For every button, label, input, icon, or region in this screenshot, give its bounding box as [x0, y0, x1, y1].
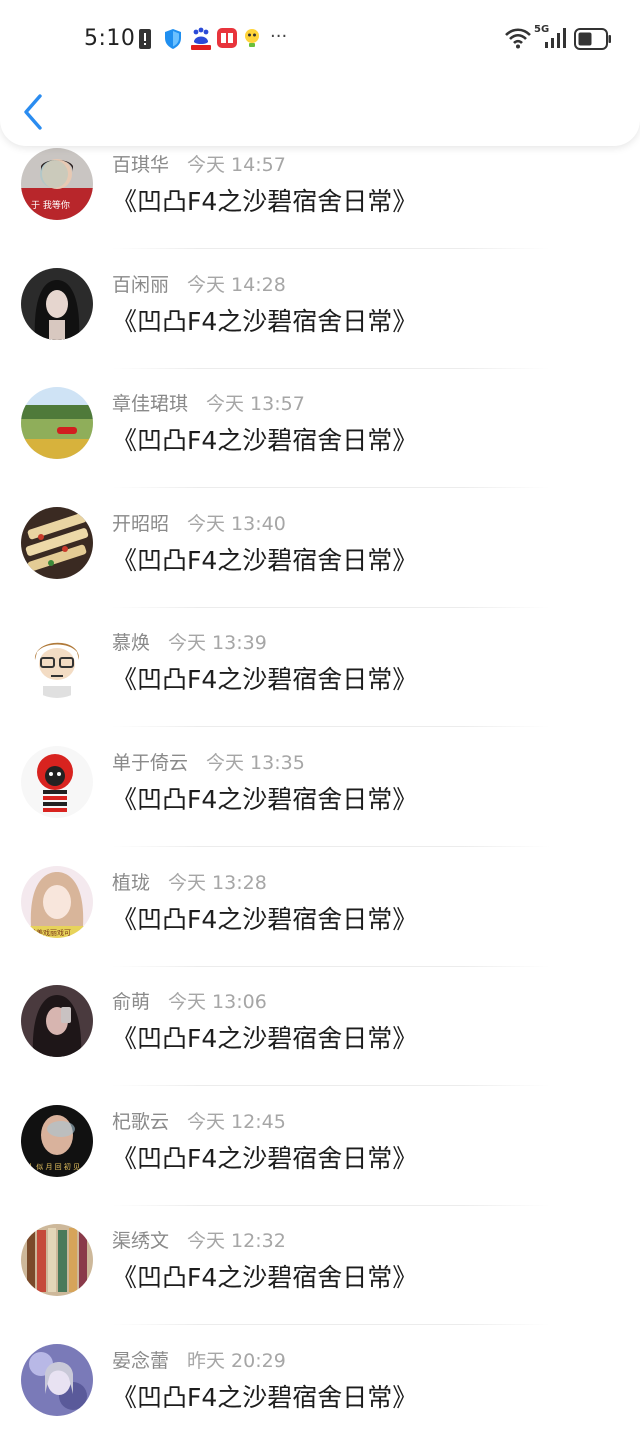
item-meta: 俞萌 今天 13:06 — [112, 987, 267, 1014]
item-title: 《凹凸F4之沙碧宿舍日常》 — [112, 426, 418, 456]
item-meta: 百琪华 今天 14:57 — [112, 150, 286, 177]
list-item[interactable]: 于 我等你 百琪华 今天 14:57 《凹凸F4之沙碧宿舍日常》 — [0, 140, 640, 260]
divider — [112, 845, 550, 847]
timestamp: 今天 13:28 — [168, 871, 267, 894]
divider — [112, 367, 550, 369]
timestamp: 今天 12:32 — [187, 1230, 286, 1253]
avatar[interactable]: 人 似 月 回 初 见 — [21, 1104, 93, 1177]
divider — [112, 1324, 550, 1326]
divider — [112, 965, 550, 967]
divider — [112, 487, 550, 489]
item-title: 《凹凸F4之沙碧宿舍日常》 — [112, 784, 418, 814]
user-name: 章佳珺琪 — [112, 393, 189, 416]
signal-bars-icon — [544, 28, 568, 52]
avatar-caption: 戏美戏丽戏可 — [29, 928, 71, 937]
item-title: 《凹凸F4之沙碧宿舍日常》 — [112, 1263, 418, 1293]
status-time: 5:10 — [84, 26, 136, 51]
avatar[interactable]: 戏美戏丽戏可 — [21, 865, 93, 938]
item-meta: 晏念蕾 昨天 20:29 — [112, 1346, 286, 1373]
list-item[interactable]: 戏美戏丽戏可 植珑 今天 13:28 《凹凸F4之沙碧宿舍日常》 — [0, 858, 640, 978]
item-meta: 百闲丽 今天 14:28 — [112, 270, 286, 297]
divider — [112, 248, 550, 249]
avatar-caption: 于 我等你 — [31, 199, 70, 211]
timestamp: 昨天 20:29 — [187, 1349, 286, 1372]
list-item[interactable]: 章佳珺琪 今天 13:57 《凹凸F4之沙碧宿舍日常》 — [0, 379, 640, 499]
item-title: 《凹凸F4之沙碧宿舍日常》 — [112, 1024, 418, 1054]
divider — [112, 606, 550, 608]
item-meta: 杞歌云 今天 12:45 — [112, 1107, 286, 1134]
list-item[interactable]: 渠绣文 今天 12:32 《凹凸F4之沙碧宿舍日常》 — [0, 1216, 640, 1336]
user-name: 俞萌 — [112, 991, 151, 1014]
item-title: 《凹凸F4之沙碧宿舍日常》 — [112, 665, 418, 695]
divider — [112, 1085, 550, 1087]
divider — [112, 1204, 550, 1206]
user-name: 慕焕 — [112, 632, 151, 655]
divider — [112, 726, 550, 728]
avatar[interactable]: 于 我等你 — [21, 148, 93, 220]
item-title: 《凹凸F4之沙碧宿舍日常》 — [112, 545, 418, 575]
user-name: 开昭昭 — [112, 512, 170, 535]
list-item[interactable]: 俞萌 今天 13:06 《凹凸F4之沙碧宿舍日常》 — [0, 977, 640, 1097]
item-title: 《凹凸F4之沙碧宿舍日常》 — [112, 1143, 418, 1173]
item-meta: 慕焕 今天 13:39 — [112, 628, 267, 655]
user-name: 百闲丽 — [112, 273, 170, 296]
status-bar: 5:10 ··· 5G — [0, 0, 640, 78]
user-name: 渠绣文 — [112, 1230, 170, 1253]
user-name: 晏念蕾 — [112, 1349, 170, 1372]
user-name: 杞歌云 — [112, 1110, 170, 1133]
wifi-icon — [504, 27, 532, 53]
avatar-caption: 人 似 月 回 初 见 — [27, 1162, 80, 1171]
item-meta: 开昭昭 今天 13:40 — [112, 509, 286, 536]
avatar[interactable] — [21, 387, 93, 460]
timestamp: 今天 13:06 — [168, 991, 267, 1014]
back-button[interactable] — [18, 90, 52, 134]
timestamp: 今天 13:40 — [187, 512, 286, 535]
battery-icon — [574, 28, 612, 54]
timestamp: 今天 14:28 — [187, 273, 286, 296]
comment-list: 于 我等你 百琪华 今天 14:57 《凹凸F4之沙碧宿舍日常》 百闲丽 今天 14… — [0, 146, 640, 1456]
list-item[interactable]: 百闲丽 今天 14:28 《凹凸F4之沙碧宿舍日常》 — [0, 260, 640, 380]
baidu-icon — [190, 27, 212, 55]
timestamp: 今天 13:35 — [206, 751, 305, 774]
item-meta: 植珑 今天 13:28 — [112, 868, 267, 895]
list-item[interactable]: 慕焕 今天 13:39 《凹凸F4之沙碧宿舍日常》 — [0, 618, 640, 738]
avatar[interactable] — [21, 985, 93, 1058]
more-dots-icon: ··· — [270, 26, 288, 47]
chevron-left-icon — [24, 94, 42, 130]
item-title: 《凹凸F4之沙碧宿舍日常》 — [112, 187, 418, 216]
lightbulb-app-icon — [242, 27, 262, 53]
list-item[interactable]: 晏念蕾 昨天 20:29 《凹凸F4之沙碧宿舍日常》 — [0, 1336, 640, 1456]
avatar[interactable] — [21, 1343, 93, 1416]
user-name: 单于倚云 — [112, 751, 189, 774]
item-meta: 章佳珺琪 今天 13:57 — [112, 389, 305, 416]
item-meta: 单于倚云 今天 13:35 — [112, 748, 305, 775]
avatar[interactable] — [21, 626, 93, 699]
avatar[interactable] — [21, 506, 93, 579]
list-item[interactable]: 开昭昭 今天 13:40 《凹凸F4之沙碧宿舍日常》 — [0, 499, 640, 619]
item-title: 《凹凸F4之沙碧宿舍日常》 — [112, 904, 418, 934]
sim-warning-icon — [138, 28, 152, 54]
user-name: 百琪华 — [112, 154, 170, 176]
book-app-icon — [216, 27, 238, 53]
item-title: 《凹凸F4之沙碧宿舍日常》 — [112, 1382, 418, 1412]
timestamp: 今天 13:39 — [168, 632, 267, 655]
shield-icon — [163, 28, 183, 54]
app-header: 5:10 ··· 5G — [0, 0, 640, 146]
item-title: 《凹凸F4之沙碧宿舍日常》 — [112, 306, 418, 336]
avatar[interactable] — [21, 267, 93, 340]
avatar[interactable] — [21, 745, 93, 818]
timestamp: 今天 14:57 — [187, 154, 286, 176]
avatar[interactable] — [21, 1224, 93, 1297]
timestamp: 今天 13:57 — [206, 393, 305, 416]
timestamp: 今天 12:45 — [187, 1110, 286, 1133]
item-meta: 渠绣文 今天 12:32 — [112, 1226, 286, 1253]
user-name: 植珑 — [112, 871, 151, 894]
list-item[interactable]: 人 似 月 回 初 见 杞歌云 今天 12:45 《凹凸F4之沙碧宿舍日常》 — [0, 1097, 640, 1217]
list-item[interactable]: 单于倚云 今天 13:35 《凹凸F4之沙碧宿舍日常》 — [0, 738, 640, 858]
